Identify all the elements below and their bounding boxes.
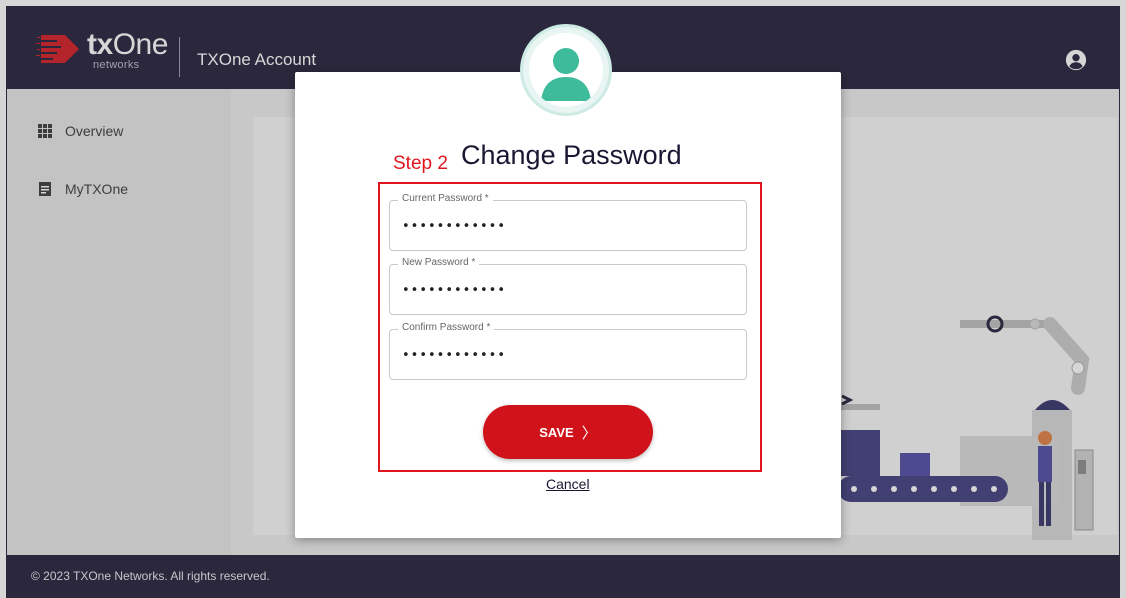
field-label: Confirm Password *	[398, 322, 495, 333]
dialog-title: Change Password	[461, 140, 682, 170]
field-label: Current Password *	[398, 193, 493, 204]
chevron-right-icon: 〉	[581, 424, 597, 442]
cancel-link[interactable]: Cancel	[546, 476, 590, 492]
current-password-input[interactable]	[402, 219, 702, 234]
save-button-label: SAVE	[539, 424, 574, 440]
new-password-field: New Password *	[389, 257, 747, 315]
save-button[interactable]: SAVE 〉	[483, 405, 653, 459]
user-avatar	[520, 24, 612, 116]
confirm-password-field: Confirm Password *	[389, 322, 747, 380]
new-password-input[interactable]	[402, 283, 702, 298]
step-label: Step 2	[393, 153, 448, 174]
current-password-field: Current Password *	[389, 193, 747, 251]
field-label: New Password *	[398, 257, 480, 268]
confirm-password-input[interactable]	[402, 348, 702, 363]
user-silhouette-icon	[541, 48, 591, 101]
